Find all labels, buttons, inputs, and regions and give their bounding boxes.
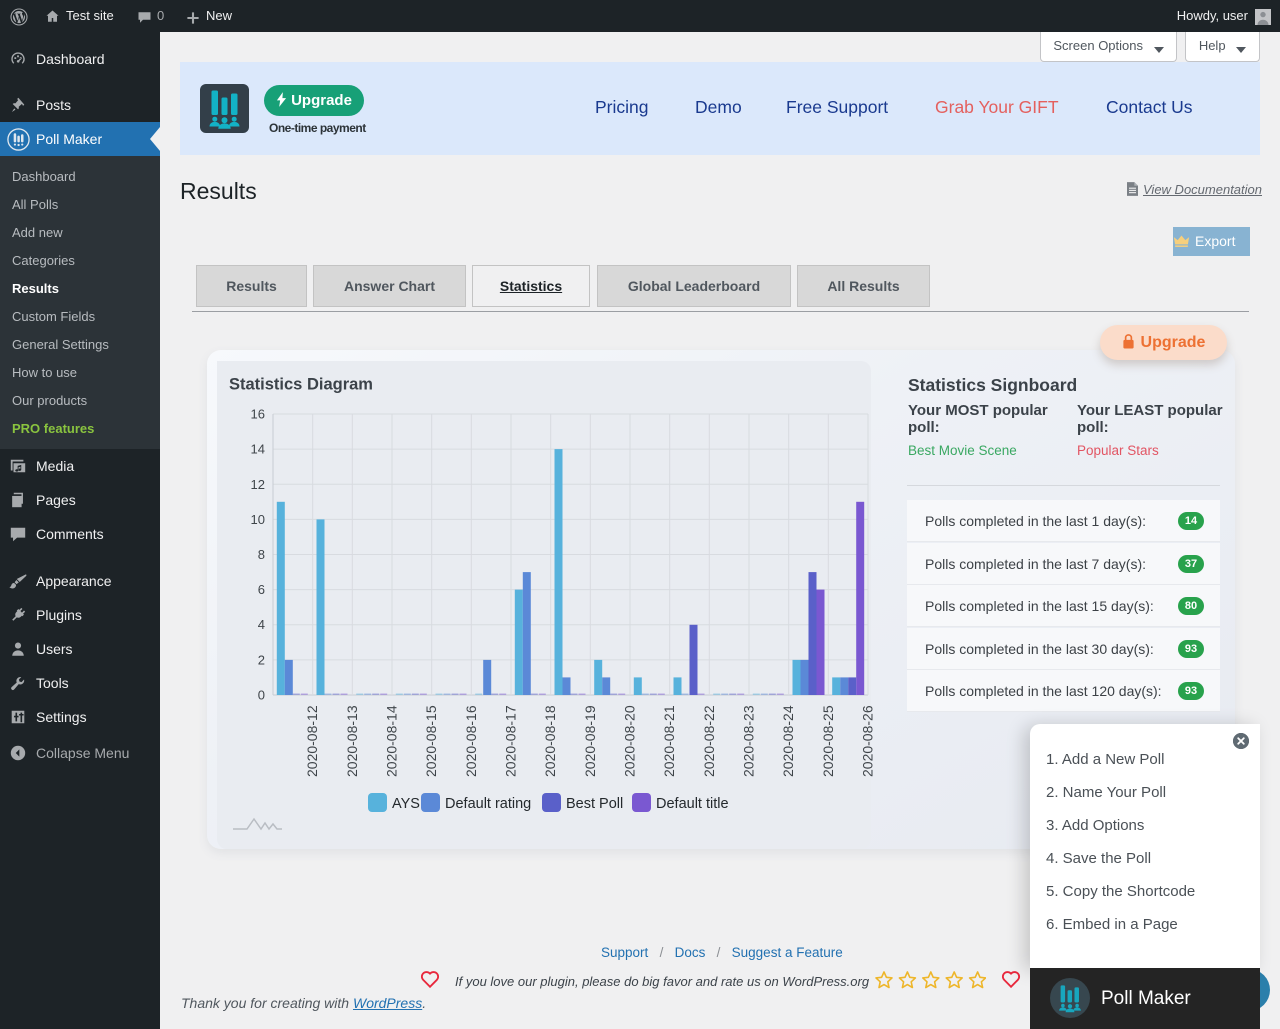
svg-text:2020-08-20: 2020-08-20: [622, 705, 638, 777]
svg-text:8: 8: [258, 547, 265, 562]
svg-text:2020-08-23: 2020-08-23: [741, 705, 757, 777]
svg-text:2020-08-17: 2020-08-17: [503, 705, 519, 777]
svg-text:0: 0: [258, 688, 265, 703]
svg-text:Statistics Diagram: Statistics Diagram: [229, 376, 373, 394]
svg-text:2020-08-22: 2020-08-22: [701, 705, 717, 777]
svg-text:2020-08-18: 2020-08-18: [542, 705, 558, 777]
svg-text:14: 14: [251, 442, 265, 457]
svg-text:2020-08-12: 2020-08-12: [304, 705, 320, 777]
svg-text:2020-08-26: 2020-08-26: [860, 705, 876, 777]
svg-text:AYS: AYS: [392, 796, 420, 812]
svg-text:6: 6: [258, 582, 265, 597]
svg-text:10: 10: [251, 512, 265, 527]
svg-text:4: 4: [258, 617, 265, 632]
svg-text:2020-08-24: 2020-08-24: [780, 705, 796, 777]
svg-text:2020-08-25: 2020-08-25: [820, 705, 836, 777]
svg-text:2020-08-13: 2020-08-13: [344, 705, 360, 777]
svg-text:Default rating: Default rating: [445, 796, 531, 812]
svg-text:16: 16: [251, 407, 265, 422]
svg-text:Default title: Default title: [656, 796, 729, 812]
svg-text:2020-08-19: 2020-08-19: [582, 705, 598, 777]
svg-text:2020-08-21: 2020-08-21: [661, 705, 677, 777]
svg-text:12: 12: [251, 477, 265, 492]
svg-text:Best Poll: Best Poll: [566, 796, 623, 812]
svg-text:2020-08-14: 2020-08-14: [384, 705, 400, 777]
svg-text:2020-08-16: 2020-08-16: [463, 705, 479, 777]
svg-text:2: 2: [258, 652, 265, 667]
svg-text:2020-08-15: 2020-08-15: [423, 705, 439, 777]
